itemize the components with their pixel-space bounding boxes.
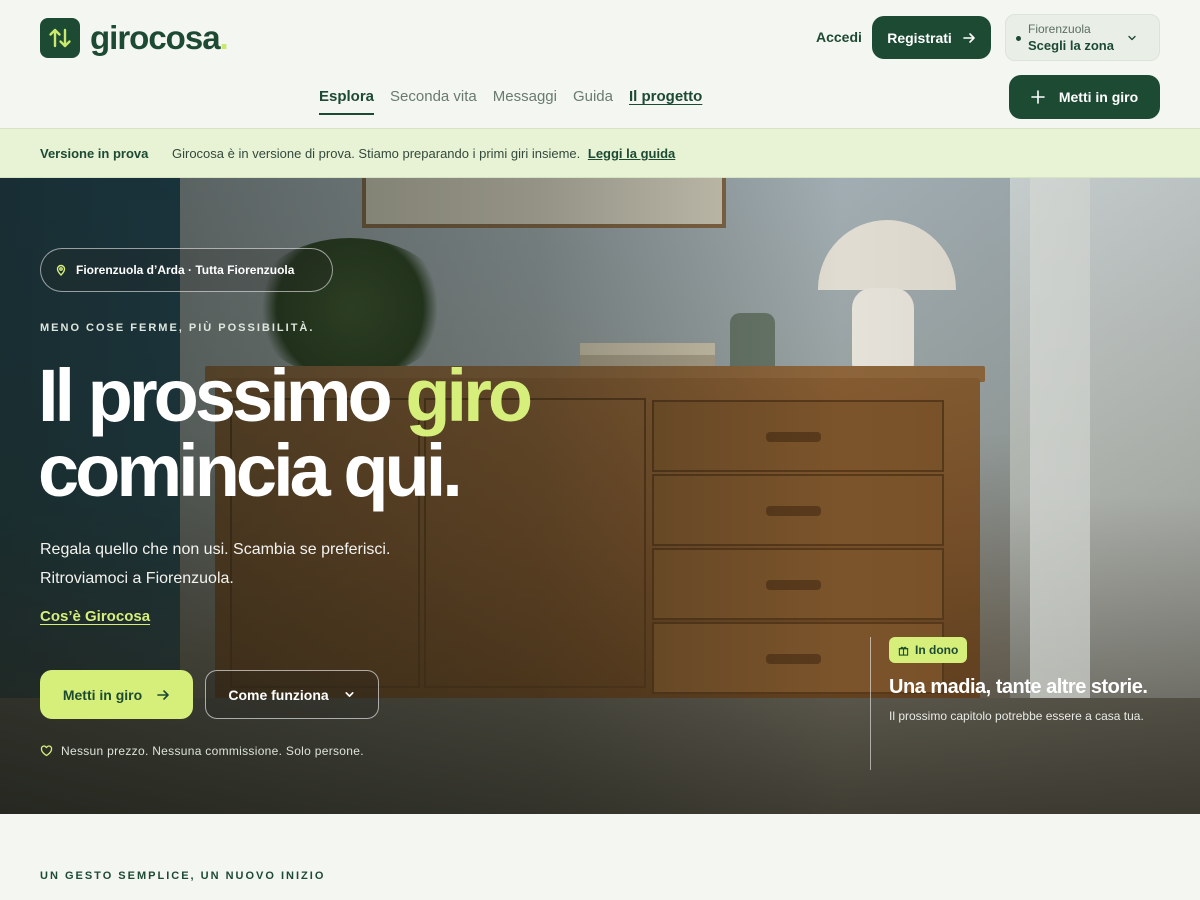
register-button[interactable]: Registrati [872,16,991,59]
logo-text: girocosa. [90,19,229,56]
plus-icon [1031,90,1045,104]
zone-label: Scegli la zona [1028,38,1114,53]
how-it-works-label: Come funziona [228,686,329,703]
nav-item-guida[interactable]: Guida [573,88,613,115]
nav-item-il-progetto[interactable]: Il progetto [629,88,702,115]
gift-icon [898,646,909,656]
swap-arrows-icon [40,18,80,58]
zone-selector[interactable]: Fiorenzuola Scegli la zona [1005,14,1160,61]
nav-item-esplora[interactable]: Esplora [319,88,375,115]
location-selector[interactable]: Fiorenzuola d’Arda · Tutta Fiorenzuola [40,248,333,292]
arrow-right-icon [962,32,975,43]
hero-tagline-text: Nessun prezzo. Nessuna commissione. Solo… [61,744,364,758]
featured-item-card[interactable]: In dono Una madia, tante altre storie. I… [870,637,1170,770]
hero-subtitle: Regala quello che non usi. Scambia se pr… [40,535,390,593]
banner-message-text: Girocosa è in versione di prova. Stiamo … [172,146,581,161]
section-eyebrow: UN GESTO SEMPLICE, UN NUOVO INIZIO [40,870,326,882]
featured-item-title: Una madia, tante altre storie. [889,676,1148,698]
arrow-right-icon [157,689,169,700]
beta-banner: Versione in prova Girocosa è in versione… [0,128,1200,178]
login-link[interactable]: Accedi [816,29,862,45]
chevron-down-icon [1128,35,1136,41]
logo[interactable]: girocosa. [40,18,229,58]
featured-item-text: Il prossimo capitolo potrebbe essere a c… [889,709,1144,723]
main-nav: Esplora Seconda vita Messaggi Guida Il p… [319,88,702,115]
hero-primary-label: Metti in giro [62,686,143,703]
nav-item-messaggi[interactable]: Messaggi [493,88,557,115]
hero-subtitle-line-2: Ritroviamoci a Fiorenzuola. [40,570,234,587]
register-label: Registrati [887,29,952,46]
heart-icon [40,745,53,757]
hero-title-part-1: Il prossimo [38,354,406,437]
hero-metti-in-giro-button[interactable]: Metti in giro [40,670,193,719]
what-is-girocosa-link[interactable]: Cos’è Girocosa [40,608,150,625]
gift-badge: In dono [889,637,968,663]
hero-title: Il prossimo giro comincia qui. [38,358,533,508]
hero-subtitle-line-1: Regala quello che non usi. Scambia se pr… [40,541,391,558]
zone-dot-icon [1016,36,1021,41]
location-label: Fiorenzuola d’Arda · Tutta Fiorenzuola [76,263,295,277]
chevron-down-icon [345,692,354,697]
metti-in-giro-label: Metti in giro [1058,89,1139,105]
hero-title-part-2: comincia qui. [38,429,463,512]
map-pin-icon [56,264,66,276]
zone-city: Fiorenzuola [1028,22,1091,36]
site-header: girocosa. Accedi Registrati Fiorenzuola … [0,0,1200,128]
metti-in-giro-button[interactable]: Metti in giro [1009,75,1160,119]
banner-message: Girocosa è in versione di prova. Stiamo … [172,146,675,161]
nav-item-seconda-vita[interactable]: Seconda vita [390,88,477,115]
hero-title-highlight: giro [405,354,533,437]
banner-tag: Versione in prova [40,146,149,161]
how-it-works-button[interactable]: Come funziona [205,670,379,719]
hero: Fiorenzuola d’Arda · Tutta Fiorenzuola M… [0,178,1200,814]
hero-tagline: Nessun prezzo. Nessuna commissione. Solo… [40,744,364,758]
hero-eyebrow: MENO COSE FERME, PIÙ POSSIBILITÀ. [40,322,315,334]
gift-badge-label: In dono [915,643,959,657]
read-guide-link[interactable]: Leggi la guida [588,146,675,161]
